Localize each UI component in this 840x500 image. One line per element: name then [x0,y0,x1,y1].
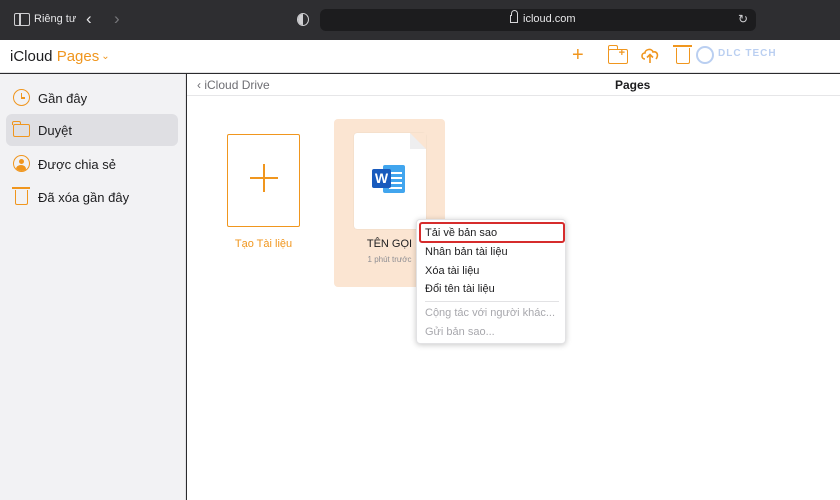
sidebar-toggle-icon[interactable] [14,13,30,26]
brand-product: Pages [56,48,100,65]
sidebar: Gần đây Duyệt Được chia sẻ Đã xóa gần đâ… [0,74,186,500]
app-brand-menu[interactable]: iCloud Pages ⌄ [10,48,110,65]
menu-divider [425,301,559,302]
document-thumbnail[interactable]: W ••• [354,133,440,241]
context-menu: Tải về bản sao Nhân bản tài liệu Xóa tài… [416,219,566,344]
upload-cloud-icon[interactable] [640,46,660,64]
brand-prefix: iCloud [10,48,53,65]
create-document-button[interactable] [227,134,300,227]
delete-trash-icon[interactable] [673,45,692,64]
clock-icon [13,89,30,106]
menu-item-download-copy[interactable]: Tải về bản sao [425,227,497,239]
shared-icon [13,155,30,172]
sidebar-item-label: Được chia sẻ [38,157,116,172]
url-text[interactable]: icloud.com [523,13,576,25]
location-bar: ‹ iCloud Drive Pages [187,74,840,96]
sidebar-item-label: Đã xóa gần đây [38,190,130,205]
menu-item-duplicate[interactable]: Nhân bản tài liệu [425,246,508,258]
menu-item-collaborate: Cộng tác với người khác... [425,307,556,319]
page-title: Pages [615,78,651,92]
trash-icon [12,187,30,205]
sidebar-item-shared[interactable]: Được chia sẻ [6,148,178,180]
app-header: iCloud Pages ⌄ + + DLC TECH [0,40,840,73]
word-document-icon: W [372,163,406,195]
create-document-label[interactable]: Tạo Tài liệu [227,238,300,250]
sidebar-item-label: Duyệt [38,123,72,138]
plus-icon [250,164,278,192]
watermark-logo: DLC TECH [690,40,800,70]
forward-arrow-icon[interactable]: › [114,9,120,29]
watermark-text: DLC TECH [718,48,777,59]
new-folder-icon[interactable]: + [607,45,628,64]
address-bar[interactable]: icloud.com ↻ [320,9,756,31]
chevron-down-icon: ⌄ [101,51,110,62]
browser-toolbar: Riêng tư ‹ › icloud.com ↻ [0,0,840,40]
back-label: iCloud Drive [204,78,270,92]
main-content: ‹ iCloud Drive Pages Tạo Tài liệu W ••• … [187,74,840,500]
watermark-logo-icon [696,46,714,64]
sidebar-item-recents[interactable]: Gần đây [6,82,178,114]
folder-icon [12,121,30,137]
menu-item-rename[interactable]: Đổi tên tài liệu [425,283,495,295]
privacy-shield-icon[interactable] [297,13,309,26]
menu-item-send-copy: Gửi bản sao... [425,326,495,338]
back-to-icloud-drive-link[interactable]: ‹ iCloud Drive [197,78,270,92]
sidebar-item-browse[interactable]: Duyệt [6,114,178,146]
lock-icon [510,10,518,23]
back-arrow-icon[interactable]: ‹ [86,9,92,29]
menu-item-delete[interactable]: Xóa tài liệu [425,265,479,277]
sidebar-item-label: Gần đây [38,91,88,106]
new-document-button[interactable]: + [572,45,584,65]
reload-icon[interactable]: ↻ [738,12,748,26]
private-mode-label[interactable]: Riêng tư [34,13,76,25]
sidebar-item-recently-deleted[interactable]: Đã xóa gần đây [6,181,178,213]
